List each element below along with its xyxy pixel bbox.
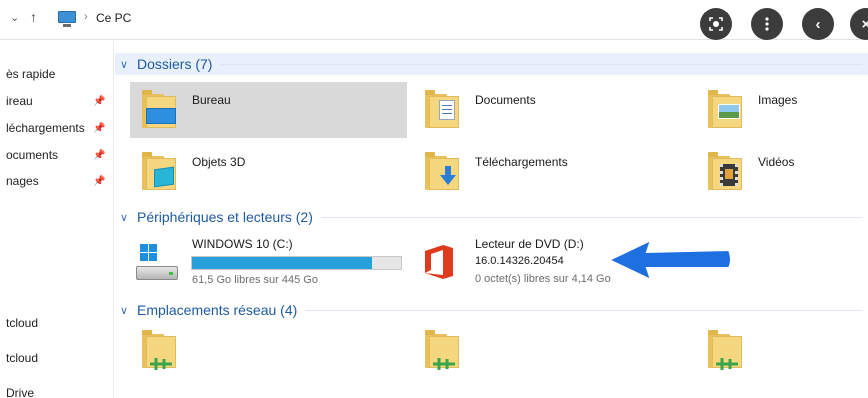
folder-tile-images[interactable]: Images <box>696 82 866 136</box>
folder-tile-3d-objects[interactable]: Objets 3D <box>130 144 407 198</box>
chevron-down-icon[interactable]: ∨ <box>120 58 134 71</box>
group-header-network[interactable]: ∨ Emplacements réseau (4) <box>115 299 868 321</box>
pin-icon: 📌 <box>93 123 106 134</box>
videos-folder-icon <box>708 152 742 190</box>
drive-tile-c[interactable]: WINDOWS 10 (C:) 61,5 Go libres sur 445 G… <box>130 232 407 292</box>
sidebar-item-quick-access[interactable]: ès rapide <box>6 67 55 81</box>
drive-free-space: 0 octet(s) libres sur 4,14 Go <box>475 273 611 285</box>
documents-folder-icon <box>425 90 459 128</box>
folder-label: Vidéos <box>758 155 795 169</box>
drive-usage-bar <box>191 256 402 270</box>
network-location-tile[interactable] <box>413 326 473 380</box>
navigation-pane: ès rapide ireau 📌 léchargements 📌 ocumen… <box>0 40 114 398</box>
chevron-down-icon[interactable]: ∨ <box>120 304 134 317</box>
sidebar-item-downloads[interactable]: léchargements <box>6 121 85 135</box>
group-header-devices[interactable]: ∨ Périphériques et lecteurs (2) <box>115 206 868 228</box>
back-icon[interactable]: ‹ <box>802 8 834 40</box>
sidebar-item-cloud-1[interactable]: tcloud <box>6 316 38 330</box>
close-icon[interactable]: × <box>850 8 868 40</box>
hard-drive-icon <box>136 244 180 284</box>
folder-label: Bureau <box>192 93 231 107</box>
drive-name: WINDOWS 10 (C:) <box>192 237 293 251</box>
sidebar-item-cloud-2[interactable]: tcloud <box>6 351 38 365</box>
pin-icon: 📌 <box>93 150 106 161</box>
up-arrow-icon[interactable]: ↑ <box>30 9 37 25</box>
lens-icon[interactable] <box>700 8 732 40</box>
3d-objects-folder-icon <box>142 152 176 190</box>
drive-name: Lecteur de DVD (D:) <box>475 237 584 251</box>
drive-version: 16.0.14326.20454 <box>475 255 564 267</box>
content-pane: ∨ Dossiers (7) Bureau Documents Images O… <box>115 40 868 398</box>
network-folder-icon <box>425 330 459 370</box>
folder-tile-documents[interactable]: Documents <box>413 82 690 136</box>
this-pc-icon <box>58 11 76 27</box>
network-location-tile[interactable] <box>696 326 756 380</box>
folder-label: Téléchargements <box>475 155 568 169</box>
pin-icon: 📌 <box>93 96 106 107</box>
group-title: Périphériques et lecteurs (2) <box>137 209 313 225</box>
downloads-folder-icon <box>425 152 459 190</box>
more-icon[interactable] <box>751 8 783 40</box>
breadcrumb-location[interactable]: Ce PC <box>96 11 131 25</box>
pictures-folder-icon <box>708 90 742 128</box>
folder-label: Objets 3D <box>192 155 246 169</box>
sidebar-item-desktop[interactable]: ireau <box>6 94 33 108</box>
chevron-down-icon[interactable]: ∨ <box>120 211 134 224</box>
network-folder-icon <box>142 330 176 370</box>
network-folder-icon <box>708 330 742 370</box>
group-title: Dossiers (7) <box>137 56 213 72</box>
group-header-folders[interactable]: ∨ Dossiers (7) <box>115 53 868 75</box>
network-location-tile[interactable] <box>130 326 190 380</box>
drive-free-space: 61,5 Go libres sur 445 Go <box>192 274 318 286</box>
group-title: Emplacements réseau (4) <box>137 302 298 318</box>
folder-tile-bureau[interactable]: Bureau <box>130 82 407 138</box>
breadcrumb-separator: › <box>84 11 88 23</box>
folder-tile-downloads[interactable]: Téléchargements <box>413 144 690 198</box>
group-divider <box>220 63 862 65</box>
folder-label: Documents <box>475 93 536 107</box>
sidebar-item-drive[interactable]: Drive <box>6 386 34 398</box>
folder-tile-videos[interactable]: Vidéos <box>696 144 866 198</box>
group-divider <box>305 309 862 311</box>
desktop-folder-icon <box>142 90 176 128</box>
office-logo-icon <box>423 244 455 283</box>
folder-label: Images <box>758 93 798 107</box>
sidebar-item-documents[interactable]: ocuments <box>6 148 58 162</box>
recent-locations-chevron-icon[interactable]: ⌄ <box>10 11 19 24</box>
address-field[interactable]: › Ce PC <box>52 6 742 32</box>
annotation-arrow-icon <box>606 238 732 282</box>
pin-icon: 📌 <box>93 176 106 187</box>
address-bar-area: ⌄ ↑ › Ce PC ‹ × <box>0 0 868 40</box>
drive-usage-fill <box>192 257 373 269</box>
group-divider <box>320 216 862 218</box>
sidebar-item-images[interactable]: nages <box>6 174 39 188</box>
